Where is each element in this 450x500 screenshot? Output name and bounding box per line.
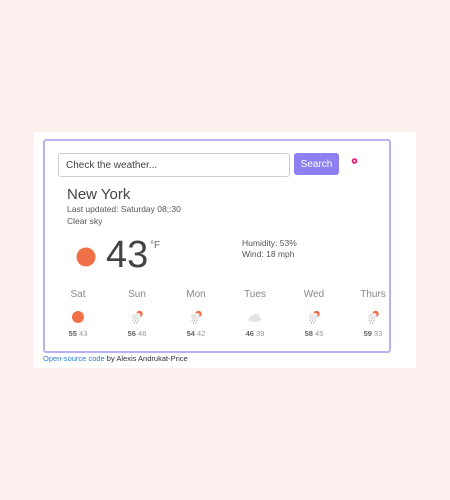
rain-sun-icon (190, 310, 202, 324)
rain-sun-icon (131, 310, 143, 324)
forecast-day-name: Sat (70, 289, 86, 300)
page-card: Search New York Last updated: Saturday 0… (34, 132, 416, 368)
forecast-min-temp: 45 (315, 329, 324, 338)
forecast-day-name: Mon (186, 289, 206, 300)
rain-sun-icon (308, 310, 320, 324)
location-pin-icon[interactable] (351, 158, 358, 165)
forecast-day: Sat 55 43 (50, 289, 106, 345)
source-code-link[interactable]: Open-source code (43, 354, 105, 363)
forecast-max-temp: 54 (186, 329, 195, 338)
forecast-day-name: Wed (303, 289, 325, 300)
forecast-min-temp: 43 (79, 329, 88, 338)
sun-icon (76, 247, 96, 267)
forecast-max-temp: 55 (68, 329, 77, 338)
footer-author: by Alexis Andrukat-Price (104, 354, 188, 363)
last-updated: Last updated: Saturday 08;:30 (67, 204, 181, 214)
forecast-min-temp: 33 (374, 329, 383, 338)
forecast-temps: 59 33 (345, 329, 401, 338)
forecast-temps: 46 39 (227, 329, 283, 338)
forecast-day-name: Thurs (360, 289, 386, 300)
search-input[interactable] (58, 153, 290, 177)
forecast-day: Wed 58 45 (286, 289, 342, 345)
forecast-temps: 58 45 (286, 329, 342, 338)
weather-app: Search New York Last updated: Saturday 0… (43, 139, 391, 353)
forecast: Sat 55 43 Sun 56 46 Mon 54 42 Tues 46 39… (45, 289, 389, 345)
weather-description: Clear sky (67, 216, 103, 226)
forecast-day-name: Tues (244, 289, 266, 300)
forecast-day: Sun 56 46 (109, 289, 165, 345)
forecast-day: Mon 54 42 (168, 289, 224, 345)
forecast-temps: 55 43 (50, 329, 106, 338)
forecast-min-temp: 39 (256, 329, 265, 338)
city-name: New York (67, 186, 131, 203)
temperature-unit[interactable]: °F (150, 240, 160, 252)
forecast-max-temp: 56 (127, 329, 136, 338)
forecast-day: Tues 46 39 (227, 289, 283, 345)
rain-sun-icon (367, 310, 379, 324)
humidity: Humidity: 53% (242, 238, 297, 248)
search-button[interactable]: Search (294, 153, 339, 175)
forecast-day: Thurs 59 33 (345, 289, 401, 345)
forecast-max-temp: 59 (363, 329, 372, 338)
forecast-min-temp: 46 (138, 329, 147, 338)
forecast-temps: 54 42 (168, 329, 224, 338)
forecast-max-temp: 46 (245, 329, 254, 338)
forecast-max-temp: 58 (304, 329, 313, 338)
footer: Open-source code by Alexis Andrukat-Pric… (43, 354, 188, 364)
forecast-min-temp: 42 (197, 329, 206, 338)
sun-icon (72, 311, 84, 323)
current-temperature: 43 (106, 234, 149, 276)
forecast-day-name: Sun (128, 289, 146, 300)
wind-speed: Wind: 18 mph (242, 249, 295, 259)
cloud-icon (248, 313, 262, 322)
forecast-temps: 56 46 (109, 329, 165, 338)
